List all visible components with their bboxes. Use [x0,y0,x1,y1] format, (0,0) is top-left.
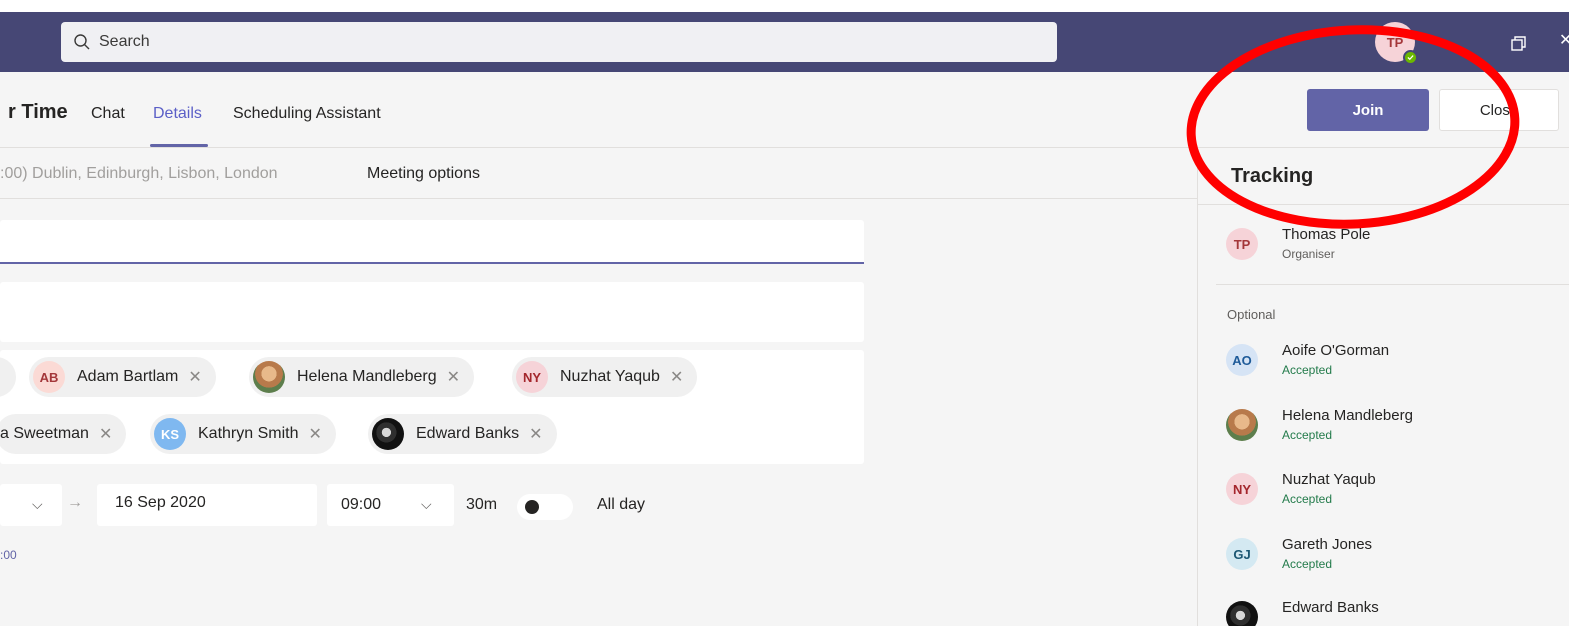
avatar: KS [154,418,186,450]
search-placeholder: Search [99,33,150,50]
chevron-down-icon: ⌵ [421,496,432,512]
attendee-name: Adam Bartlam [77,368,179,385]
tab-details[interactable]: Details [153,105,202,123]
response-status: Accepted [1282,363,1333,377]
remove-icon[interactable]: ✕ [670,367,683,387]
start-date-picker[interactable]: ⌵ [0,484,62,526]
tracking-pane: Tracking TP Thomas Pole Organiser Option… [1197,148,1569,626]
divider [1198,204,1569,205]
join-button[interactable]: Join [1307,89,1429,131]
tracking-title: Tracking [1231,165,1314,187]
attendee-name: Nuzhat Yaqub [560,368,660,385]
response-status: Accepted [1282,492,1333,506]
avatar: AB [33,361,65,393]
person-name: Thomas Pole [1282,226,1371,243]
title-input[interactable] [0,220,864,264]
person-name: Edward Banks [1282,599,1379,616]
all-day-toggle[interactable] [517,494,573,520]
user-initials: TP [1386,34,1404,50]
meeting-header: r Time Chat Details Scheduling Assistant… [0,72,1569,148]
person-name: Helena Mandleberg [1282,407,1413,424]
attendee-chip[interactable]: a Sweetman ✕ [0,414,127,454]
remove-icon[interactable]: ✕ [447,367,460,387]
meeting-options-link[interactable]: Meeting options [367,165,480,183]
remove-icon[interactable]: ✕ [188,367,201,387]
response-status: Accepted [1282,557,1333,571]
person-name: Gareth Jones [1282,536,1373,553]
avatar: TP [1226,228,1258,260]
attendee-name: Edward Banks [416,425,520,442]
restore-window-icon[interactable] [1509,34,1529,54]
required-attendees-input[interactable] [0,282,864,342]
attendee-chip[interactable]: AB Adam Bartlam ✕ [29,357,216,397]
avatar: GJ [1226,538,1258,570]
attendee-name: a Sweetman [0,425,89,442]
avatar [372,418,404,450]
avatar: AO [1226,344,1258,376]
all-day-label: All day [597,496,646,513]
attendees-field[interactable]: AB Adam Bartlam ✕ Helena Mandleberg ✕ NY… [0,350,864,464]
attendee-name: Kathryn Smith [198,425,299,442]
active-tab-indicator [150,144,208,147]
attendee-chip[interactable]: Helena Mandleberg ✕ [249,357,475,397]
attendee-name: Helena Mandleberg [297,368,437,385]
chevron-down-icon: ⌵ [32,496,43,512]
attendee-chip[interactable]: Edward Banks ✕ [368,414,557,454]
remove-icon[interactable]: ✕ [308,424,321,444]
person-name: Nuzhat Yaqub [1282,471,1376,488]
close-window-icon[interactable]: ✕ [1559,30,1569,50]
tab-chat[interactable]: Chat [91,105,125,123]
meeting-subheader: :00) Dublin, Edinburgh, Lisbon, London M… [0,148,1197,199]
response-status: Accepted [1282,428,1333,442]
avatar [1226,601,1258,626]
close-button[interactable]: Close [1439,89,1559,131]
duration-label: 30m [466,496,498,513]
avatar: NY [516,361,548,393]
toggle-knob [525,500,539,514]
optional-section-label: Optional [1227,307,1276,322]
tab-scheduling-assistant[interactable]: Scheduling Assistant [233,105,381,123]
end-time-value: 09:00 [341,496,382,513]
person-role: Organiser [1282,247,1335,261]
attendee-chip[interactable]: NY Nuzhat Yaqub ✕ [512,357,698,397]
search-input[interactable]: Search [61,22,1057,62]
person-name: Aoife O'Gorman [1282,342,1390,359]
attendee-chip-partial[interactable] [0,357,16,397]
avatar: NY [1226,473,1258,505]
available-status-icon [1403,50,1418,65]
search-icon [74,34,90,50]
avatar [253,361,285,393]
remove-icon[interactable]: ✕ [529,424,542,444]
end-date-picker[interactable]: 16 Sep 2020 [97,484,317,526]
divider [1216,284,1569,285]
remove-icon[interactable]: ✕ [99,424,112,444]
attendee-chip[interactable]: KS Kathryn Smith ✕ [150,414,336,454]
timezone-selector[interactable]: :00) Dublin, Edinburgh, Lisbon, London [0,165,278,183]
user-avatar[interactable]: TP [1375,22,1418,65]
top-bar: Search TP ✕ [0,0,1569,72]
end-time-picker[interactable]: 09:00 ⌵ [327,484,454,526]
time-note: :00 [0,548,17,562]
avatar [1226,409,1258,441]
arrow-right-icon: → [67,494,83,511]
meeting-title: r Time [8,101,68,123]
